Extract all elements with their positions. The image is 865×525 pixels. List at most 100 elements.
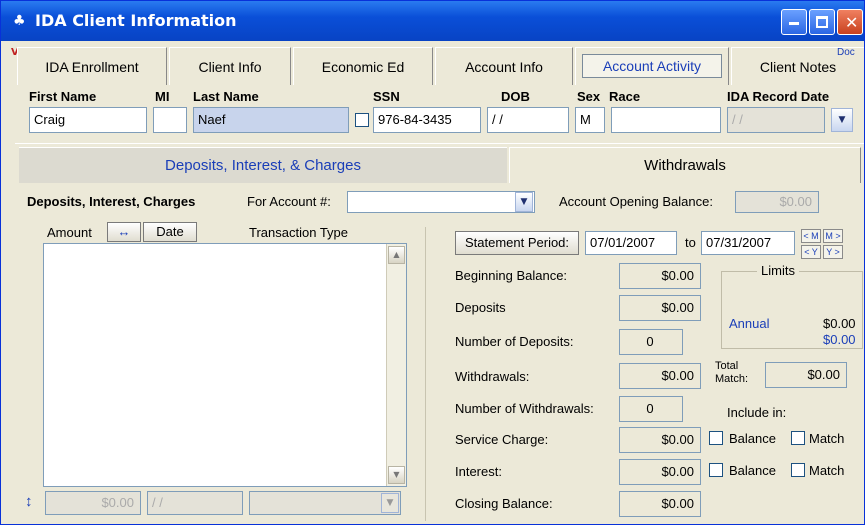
tab-account-activity[interactable]: Account Activity [575,47,729,85]
ida-record-date-label: IDA Record Date [727,89,830,104]
first-name-label: First Name [29,89,97,104]
interest-value[interactable]: $0.00 [619,459,701,485]
number-of-withdrawals-value: 0 [619,396,683,422]
closing-balance-label: Closing Balance: [455,496,553,511]
window-title: IDA Client Information [35,11,237,30]
account-dropdown-button[interactable]: ▼ [515,192,533,212]
last-name-field[interactable]: Naef [193,107,349,133]
interest-match-checkbox[interactable] [791,463,805,477]
main-tabs: IDA Enrollment Client Info Economic Ed A… [1,47,864,87]
vertical-arrows-icon[interactable]: ↕ [25,493,33,510]
service-charge-label: Service Charge: [455,432,549,447]
total-match-label-1: Total [715,360,739,372]
chevron-down-icon: ▼ [520,197,528,207]
withdrawals-value: $0.00 [619,363,701,389]
record-date-dropdown-button[interactable]: ▼ [831,108,853,132]
panel-divider [425,227,426,521]
race-label: Race [609,89,641,104]
service-charge-value[interactable]: $0.00 [619,427,701,453]
limits-title: Limits [757,263,799,278]
prev-year-button[interactable]: < Y [801,245,821,259]
first-name-field[interactable]: Craig [29,107,147,133]
ida-client-window: ♣ IDA Client Information ✕ V IDA Enrollm… [0,0,865,525]
last-name-label: Last Name [193,89,259,104]
chevron-down-icon: ▼ [838,115,846,125]
dob-field[interactable]: / / [487,107,569,133]
transaction-type-dropdown-button[interactable]: ▼ [381,493,399,513]
section-label: Deposits, Interest, Charges [27,194,196,209]
tab-deposits-interest-charges[interactable]: Deposits, Interest, & Charges [19,147,507,183]
annual-limit-value: $0.00 [823,316,856,331]
app-icon: ♣ [13,13,26,29]
beginning-balance-value: $0.00 [619,263,701,289]
title-bar[interactable]: ♣ IDA Client Information ✕ [1,1,864,41]
mi-field[interactable] [153,107,187,133]
for-account-label: For Account #: [247,194,331,209]
service-charge-balance-checkbox[interactable] [709,431,723,445]
tab-withdrawals[interactable]: Withdrawals [509,147,861,183]
race-field[interactable] [611,107,721,133]
swap-arrows-button[interactable]: ↔ [107,222,141,242]
ssn-checkbox[interactable] [355,113,369,127]
annual-match-value: $0.00 [823,332,856,347]
statement-period-button[interactable]: Statement Period: [455,231,579,255]
transaction-type-column-header[interactable]: Transaction Type [249,225,348,240]
mi-label: MI [155,89,170,104]
to-label: to [685,235,696,250]
sex-label: Sex [577,89,601,104]
swap-arrows-icon: ↔ [117,224,131,239]
date-column-header[interactable]: Date [143,222,197,242]
service-charge-match-label: Match [809,431,845,446]
tab-client-info[interactable]: Client Info [169,47,291,85]
tab-ida-enrollment[interactable]: IDA Enrollment [17,47,167,85]
ssn-label: SSN [373,89,400,104]
divider [15,143,864,144]
withdrawals-label: Withdrawals: [455,369,530,384]
interest-balance-label: Balance [729,463,776,478]
chevron-down-icon: ▼ [386,498,394,508]
number-of-withdrawals-label: Number of Withdrawals: [455,401,594,416]
beginning-balance-label: Beginning Balance: [455,268,568,283]
prev-month-button[interactable]: < M [801,229,821,243]
statement-from-field[interactable]: 07/01/2007 [585,231,677,255]
opening-balance-label: Account Opening Balance: [559,194,713,209]
amount-entry-field[interactable]: $0.00 [45,491,141,515]
transaction-list[interactable]: ▲ ▼ [43,243,407,487]
service-charge-match-checkbox[interactable] [791,431,805,445]
next-year-button[interactable]: Y > [823,245,843,259]
tab-account-info[interactable]: Account Info [435,47,573,85]
interest-balance-checkbox[interactable] [709,463,723,477]
scroll-down-button[interactable]: ▼ [388,466,405,484]
transaction-type-select[interactable] [249,491,401,515]
close-button[interactable]: ✕ [837,9,863,35]
list-scrollbar[interactable]: ▲ ▼ [386,244,406,486]
closing-balance-value: $0.00 [619,491,701,517]
doc-link[interactable]: Doc [837,47,855,58]
total-match-value: $0.00 [765,362,847,388]
deposits-label: Deposits [455,300,506,315]
interest-label: Interest: [455,464,502,479]
number-of-deposits-value: 0 [619,329,683,355]
include-in-label: Include in: [727,405,787,420]
annual-label: Annual [729,316,770,331]
ida-record-date-field[interactable]: / / [727,107,825,133]
opening-balance-field[interactable]: $0.00 [735,191,819,213]
statement-to-field[interactable]: 07/31/2007 [701,231,795,255]
deposits-value: $0.00 [619,295,701,321]
minimize-button[interactable] [781,9,807,35]
number-of-deposits-label: Number of Deposits: [455,334,574,349]
scroll-up-button[interactable]: ▲ [388,246,405,264]
amount-column-header[interactable]: Amount [47,225,92,240]
next-month-button[interactable]: M > [823,229,843,243]
maximize-button[interactable] [809,9,835,35]
service-charge-balance-label: Balance [729,431,776,446]
total-match-label-2: Match: [715,373,749,385]
account-select[interactable] [347,191,535,213]
tab-economic-ed[interactable]: Economic Ed [293,47,433,85]
ssn-field[interactable]: 976-84-3435 [373,107,481,133]
interest-match-label: Match [809,463,845,478]
date-entry-field[interactable]: / / [147,491,243,515]
close-icon: ✕ [845,13,859,32]
dob-label: DOB [501,89,530,104]
sex-field[interactable]: M [575,107,605,133]
